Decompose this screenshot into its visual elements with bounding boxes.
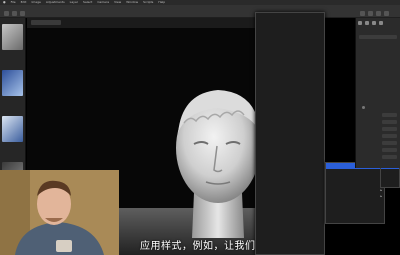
toolbar-button-help-icon[interactable] <box>384 11 389 16</box>
toolbar-button-import-icon[interactable] <box>12 11 17 16</box>
tab-color-icon[interactable] <box>372 21 376 25</box>
inspector-setting-field[interactable] <box>382 113 397 117</box>
presenter-video-icon <box>0 170 119 255</box>
subtitle-caption: 应用样式，例如，让我们 <box>140 241 256 252</box>
inspector-setting-field[interactable] <box>382 120 397 124</box>
inspector-setting-field[interactable] <box>382 141 397 145</box>
presenter-webcam <box>0 170 119 255</box>
submenu-secondary-item[interactable] <box>381 181 399 187</box>
exposure-box <box>359 35 397 39</box>
toolbar-button-library-icon[interactable] <box>4 11 9 16</box>
inspector-setting-field[interactable] <box>382 127 397 131</box>
inspector-setting-field[interactable] <box>382 134 397 138</box>
tab-exposure-icon[interactable] <box>379 21 383 25</box>
toolbar <box>0 5 400 18</box>
toolbar-button-capture-icon[interactable] <box>20 11 25 16</box>
toolbar-button-settings-icon[interactable] <box>368 11 373 16</box>
thumbnail[interactable] <box>2 24 23 50</box>
tab-library-icon[interactable] <box>358 21 362 25</box>
zoom-field[interactable] <box>31 20 61 25</box>
inspector-setting-field[interactable] <box>382 148 397 152</box>
inspector-panel <box>355 18 400 168</box>
submenu-item[interactable] <box>326 217 384 223</box>
thumbnail[interactable] <box>2 116 23 142</box>
styles-submenu: ▸▸▸▸▸▸ <box>325 162 385 224</box>
indicator-dot <box>362 106 365 109</box>
toolbar-button-inspector-icon[interactable] <box>360 11 365 16</box>
inspector-tabs <box>358 21 383 25</box>
thumbnail[interactable] <box>2 70 23 96</box>
inspector-setting-field[interactable] <box>382 155 397 159</box>
styles-menu <box>255 12 325 255</box>
toolbar-button-export-icon[interactable] <box>376 11 381 16</box>
tab-capture-icon[interactable] <box>365 21 369 25</box>
